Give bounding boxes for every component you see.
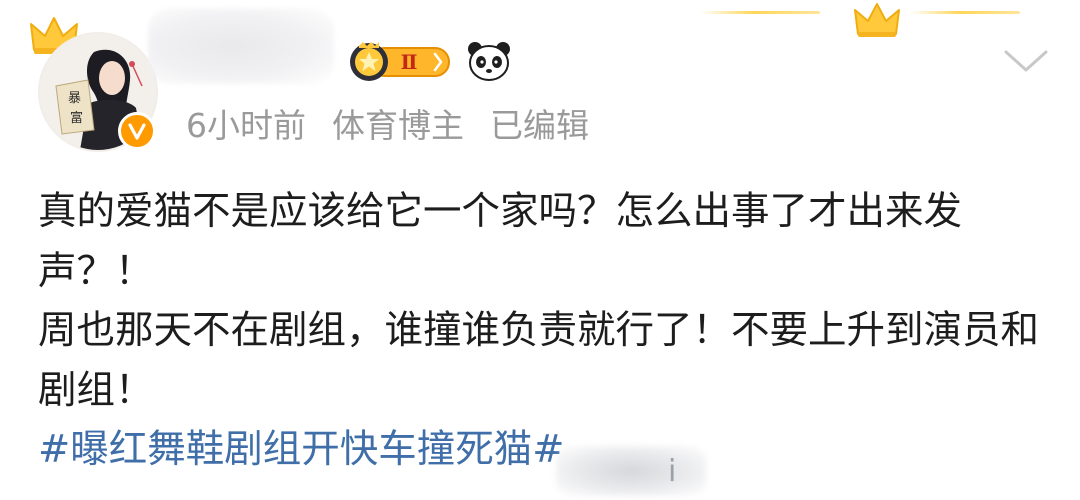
verified-icon bbox=[118, 112, 156, 150]
chevron-down-icon[interactable] bbox=[1002, 46, 1050, 80]
post-author-role: 体育博主 bbox=[332, 106, 464, 145]
post-time: 6小时前 bbox=[186, 106, 306, 145]
avatar-fan-char-2: 富 bbox=[70, 110, 83, 126]
watermark bbox=[556, 446, 706, 496]
top-decoration-line-right bbox=[910, 11, 1020, 14]
level-badge-label: Ⅱ bbox=[401, 50, 418, 74]
post-paragraph: 周也那天不在剧组，谁撞谁负责就行了！不要上升到演员和剧组！ bbox=[38, 308, 1040, 413]
post-edited-status[interactable]: 已编辑 bbox=[490, 102, 589, 150]
post-paragraph: 真的爱猫不是应该给它一个家吗？怎么出事了才出来发声？！ bbox=[38, 189, 963, 294]
level-badge-icon[interactable]: Ⅱ bbox=[345, 40, 453, 88]
hashtag-link[interactable]: #曝红舞鞋剧组开快车撞死猫# bbox=[38, 427, 565, 472]
avatar-fan-char-1: 暴 bbox=[68, 91, 81, 106]
crown-icon bbox=[854, 3, 900, 37]
username-blurred[interactable] bbox=[148, 8, 334, 84]
watermark-mark: i bbox=[668, 454, 677, 489]
post-body: 真的爱猫不是应该给它一个家吗？怎么出事了才出来发声？！ 周也那天不在剧组，谁撞谁… bbox=[38, 182, 1048, 480]
panda-icon[interactable] bbox=[466, 40, 512, 86]
top-decoration-line bbox=[700, 11, 820, 14]
post-meta: 6小时前 体育博主 已编辑 bbox=[186, 102, 589, 150]
